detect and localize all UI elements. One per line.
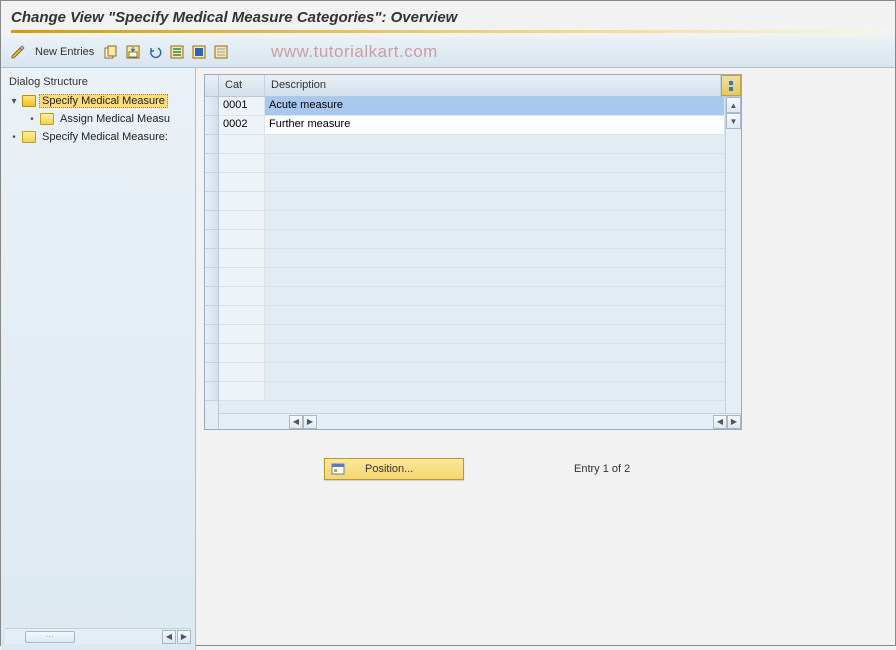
scroll-right-icon[interactable]: ▶ — [303, 415, 317, 429]
table-row-empty[interactable] — [219, 268, 725, 287]
row-header[interactable] — [205, 173, 218, 192]
row-header[interactable] — [205, 344, 218, 363]
tree-item-label: Specify Medical Measure: — [39, 130, 171, 144]
entry-counter: Entry 1 of 2 — [574, 463, 630, 475]
tree-item-label: Specify Medical Measure — [39, 94, 168, 108]
deselect-all-icon[interactable] — [212, 43, 230, 61]
scroll-right-icon[interactable]: ▶ — [177, 630, 191, 644]
title-underline — [11, 30, 885, 33]
table-row-empty[interactable] — [219, 306, 725, 325]
row-header[interactable] — [205, 192, 218, 211]
table-row-empty[interactable] — [219, 230, 725, 249]
grid-header: Cat Description — [219, 75, 741, 97]
scroll-left-end-icon[interactable]: ◀ — [713, 415, 727, 429]
table-row[interactable]: 0002Further measure — [219, 116, 725, 135]
sidebar-title: Dialog Structure — [5, 74, 191, 92]
scroll-left-icon[interactable]: ◀ — [162, 630, 176, 644]
tree-item-label: Assign Medical Measu — [57, 112, 173, 126]
row-header[interactable] — [205, 306, 218, 325]
tree: ▾ Specify Medical Measure • Assign Medic… — [5, 92, 191, 628]
row-header[interactable] — [205, 287, 218, 306]
folder-closed-icon — [22, 131, 36, 143]
tree-item-specify-measures[interactable]: • Specify Medical Measure: — [5, 128, 191, 146]
table-row-empty[interactable] — [219, 135, 725, 154]
collapse-icon[interactable]: ▾ — [9, 96, 19, 107]
table-row-empty[interactable] — [219, 287, 725, 306]
position-icon — [331, 462, 345, 476]
cell-cat[interactable]: 0001 — [219, 97, 265, 115]
scroll-down-icon[interactable]: ▼ — [726, 113, 741, 129]
cell-cat[interactable]: 0002 — [219, 116, 265, 134]
watermark-text: www.tutorialkart.com — [271, 42, 438, 62]
position-label: Position... — [365, 463, 413, 475]
table-row-empty[interactable] — [219, 382, 725, 401]
table-row-empty[interactable] — [219, 249, 725, 268]
row-header[interactable] — [205, 211, 218, 230]
data-grid: Cat Description 0001Acute measure0002Fur… — [204, 74, 742, 430]
row-header[interactable] — [205, 268, 218, 287]
copy-icon[interactable] — [102, 43, 120, 61]
tree-item-specify-categories[interactable]: ▾ Specify Medical Measure — [5, 92, 191, 110]
select-all-icon[interactable] — [168, 43, 186, 61]
scroll-up-icon[interactable]: ▲ — [726, 97, 741, 113]
bullet-icon: • — [27, 114, 37, 125]
save-variant-icon[interactable] — [124, 43, 142, 61]
sidebar-hscroll[interactable]: ⋯ ◀ ▶ — [5, 628, 191, 644]
folder-open-icon — [22, 95, 36, 107]
select-block-icon[interactable] — [190, 43, 208, 61]
page-title: Change View "Specify Medical Measure Cat… — [11, 9, 885, 26]
column-header-description[interactable]: Description — [265, 75, 721, 96]
table-row-empty[interactable] — [219, 344, 725, 363]
new-entries-button[interactable]: New Entries — [31, 46, 98, 58]
cell-description[interactable]: Further measure — [265, 116, 725, 134]
bullet-icon: • — [9, 132, 19, 143]
scroll-track[interactable] — [726, 129, 741, 413]
row-header[interactable] — [205, 382, 218, 401]
grid-corner[interactable] — [205, 75, 218, 97]
cell-description[interactable]: Acute measure — [265, 97, 725, 115]
row-header[interactable] — [205, 116, 218, 135]
grid-hscroll[interactable]: ◀ ▶ ◀ ▶ — [219, 413, 741, 429]
table-row-empty[interactable] — [219, 363, 725, 382]
grid-vscroll[interactable]: ▲ ▼ — [725, 97, 741, 413]
row-header[interactable] — [205, 97, 218, 116]
grid-config-icon[interactable] — [721, 75, 741, 96]
row-header[interactable] — [205, 325, 218, 344]
undo-icon[interactable] — [146, 43, 164, 61]
column-header-cat[interactable]: Cat — [219, 75, 265, 96]
scroll-left-icon[interactable]: ◀ — [289, 415, 303, 429]
tree-item-assign[interactable]: • Assign Medical Measu — [5, 110, 191, 128]
row-header[interactable] — [205, 154, 218, 173]
table-row-empty[interactable] — [219, 325, 725, 344]
scroll-right-end-icon[interactable]: ▶ — [727, 415, 741, 429]
table-row-empty[interactable] — [219, 211, 725, 230]
table-row-empty[interactable] — [219, 192, 725, 211]
toolbar: New Entries www.tutorialkart.com — [1, 37, 895, 68]
folder-closed-icon — [40, 113, 54, 125]
dialog-structure-panel: Dialog Structure ▾ Specify Medical Measu… — [1, 68, 196, 650]
scroll-handle[interactable]: ⋯ — [25, 631, 75, 643]
row-header[interactable] — [205, 230, 218, 249]
row-header-column — [205, 75, 219, 429]
position-button[interactable]: Position... — [324, 458, 464, 480]
row-header[interactable] — [205, 135, 218, 154]
table-row-empty[interactable] — [219, 154, 725, 173]
edit-icon[interactable] — [9, 43, 27, 61]
row-header[interactable] — [205, 249, 218, 268]
table-row-empty[interactable] — [219, 173, 725, 192]
row-header[interactable] — [205, 363, 218, 382]
table-row[interactable]: 0001Acute measure — [219, 97, 725, 116]
